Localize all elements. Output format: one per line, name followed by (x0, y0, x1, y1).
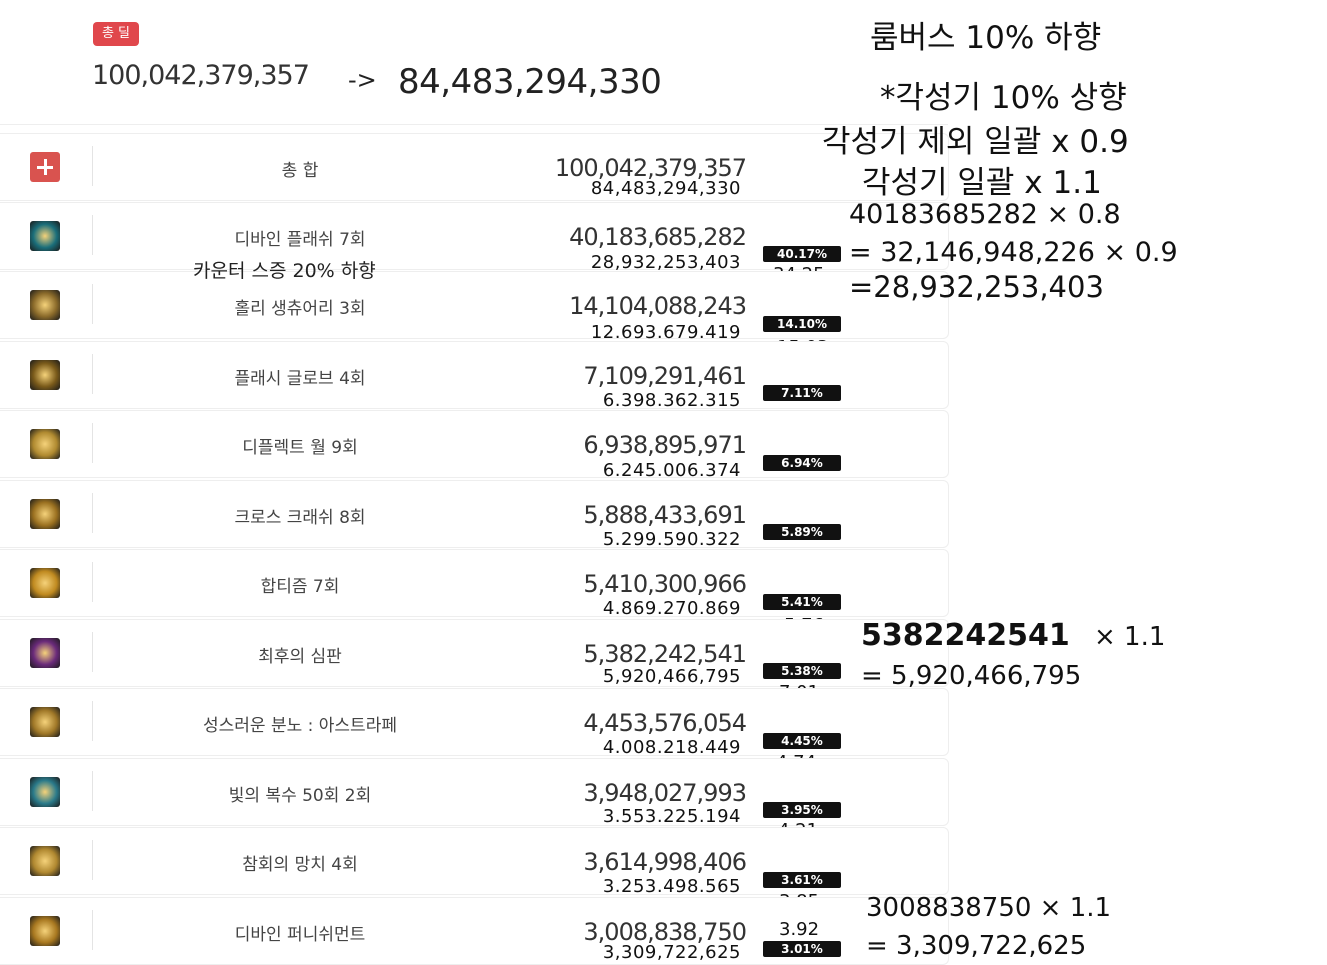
row-divider (92, 771, 93, 811)
skill-name: 디바인 플래쉬 7회 (234, 230, 366, 250)
share-percent-badge: 7.11% (763, 385, 841, 401)
summary-row[interactable]: 총 합 100,042,379,357 84,483,294,330 (0, 133, 949, 201)
skill-value: 4,453,576,054 (583, 709, 747, 737)
row-divider (92, 284, 93, 324)
skill-value: 40,183,685,282 (569, 223, 747, 251)
calc-line1: 40183685282 × 0.8 (849, 199, 1121, 230)
calc-line4b: × 1.1 (1094, 622, 1166, 652)
skill-name: 크로스 크래쉬 8회 (234, 508, 366, 528)
share-percent-badge: 3.01% (763, 941, 841, 957)
skill-value-new: 6.245.006.374 (602, 460, 741, 481)
skill-value: 6,938,895,971 (583, 431, 747, 459)
row-divider (92, 493, 93, 533)
calc-line3: =28,932,253,403 (849, 270, 1104, 304)
header-divider (0, 124, 948, 125)
skill-name: 최후의 심판 (258, 647, 342, 667)
counter-note: 카운터 스증 20% 하향 (193, 260, 376, 282)
skill-value-new: 5.299.590.322 (602, 529, 741, 550)
note-line1: 룸버스 10% 하향 (870, 20, 1102, 56)
note-line4: 각성기 일괄 x 1.1 (862, 165, 1102, 201)
holy-wrath-icon (30, 707, 60, 737)
plus-icon[interactable] (30, 152, 60, 182)
skill-name: 성스러운 분노 : 아스트라페 (203, 716, 397, 736)
row-divider (92, 701, 93, 741)
flash-globe-icon (30, 360, 60, 390)
share-percent-badge: 4.45% (763, 733, 841, 749)
new-share-ratio: 3.92 (779, 919, 820, 940)
share-percent-badge: 6.94% (763, 455, 841, 471)
skill-value-new: 6.398.362.315 (602, 390, 741, 411)
holy-sanctuary-icon (30, 290, 60, 320)
final-judgement-icon (30, 638, 60, 668)
row-divider (92, 423, 93, 463)
skill-value: 5,382,242,541 (583, 640, 747, 668)
skill-value-new: 3.553.225.194 (602, 806, 741, 827)
calc-line5: 3008838750 × 1.1 (866, 893, 1112, 923)
divine-punishment-icon (30, 916, 60, 946)
calc-line2: = 32,146,948,226 × 0.9 (849, 237, 1178, 268)
skill-value-new: 12.693.679.419 (590, 322, 741, 343)
share-percent-badge: 3.61% (763, 872, 841, 888)
row-divider (92, 215, 93, 255)
row-divider (92, 562, 93, 602)
divine-flash-icon (30, 221, 60, 251)
share-percent-badge: 5.38% (763, 663, 841, 679)
skill-value: 5,410,300,966 (583, 570, 747, 598)
share-percent-badge: 5.89% (763, 524, 841, 540)
total-damage-after: 84,483,294,330 (398, 62, 662, 102)
skill-value: 3,948,027,993 (583, 779, 747, 807)
share-percent-badge: 3.95% (763, 802, 841, 818)
skill-value-new: 3.253.498.565 (602, 876, 741, 897)
summary-value-new: 84,483,294,330 (590, 178, 741, 199)
skill-name: 플래시 글로브 4회 (234, 369, 366, 389)
total-damage-before: 100,042,379,357 (92, 60, 310, 91)
revenge-of-light-icon (30, 777, 60, 807)
row-divider (92, 146, 93, 186)
skill-name: 디바인 퍼니쉬먼트 (234, 925, 366, 945)
hapticism-icon (30, 568, 60, 598)
skill-value-new: 28,932,253,403 (590, 252, 741, 273)
skill-value-new: 4.869.270.869 (602, 598, 741, 619)
calc-line4a: 5382242541 (861, 618, 1070, 653)
note-line2: *각성기 10% 상향 (880, 80, 1127, 116)
share-percent-badge: 14.10% (763, 316, 841, 332)
note-line3: 각성기 제외 일괄 x 0.9 (822, 124, 1129, 160)
summary-name: 총 합 (281, 161, 319, 181)
total-damage-badge: 총 딜 (93, 22, 139, 46)
row-divider (92, 910, 93, 950)
row-divider (92, 354, 93, 394)
row-divider (92, 840, 93, 880)
arrow-text: -> (348, 66, 377, 94)
skill-name: 디플렉트 월 9회 (242, 438, 358, 458)
calc-line6: = 3,309,722,625 (866, 931, 1087, 961)
skill-value: 14,104,088,243 (569, 292, 747, 320)
skill-value-new: 5,920,466,795 (602, 666, 741, 687)
calc-line4c: = 5,920,466,795 (861, 661, 1082, 691)
row-divider (92, 632, 93, 672)
skill-value: 3,614,998,406 (583, 848, 747, 876)
cross-crash-icon (30, 499, 60, 529)
share-percent-badge: 5.41% (763, 594, 841, 610)
skill-name: 참회의 망치 4회 (242, 855, 358, 875)
skill-value-new: 3,309,722,625 (602, 942, 741, 963)
skill-value: 7,109,291,461 (583, 362, 747, 390)
skill-name: 빛의 복수 50회 2회 (228, 786, 372, 806)
skill-value: 5,888,433,691 (583, 501, 747, 529)
skill-name: 홀리 생츄어리 3회 (234, 299, 366, 319)
skill-value-new: 4.008.218.449 (602, 737, 741, 758)
skill-name: 합티즘 7회 (260, 577, 340, 597)
repentance-hammer-icon (30, 846, 60, 876)
share-percent-badge: 40.17% (763, 246, 841, 262)
deflect-wall-icon (30, 429, 60, 459)
